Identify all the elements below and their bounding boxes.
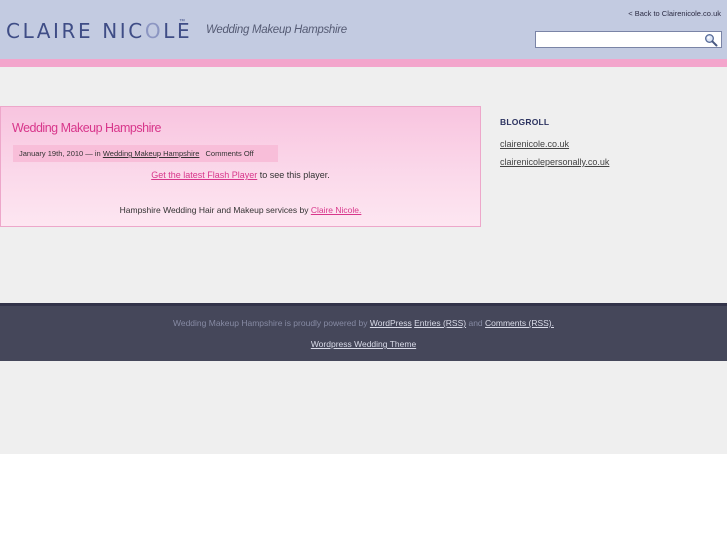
get-flash-player-link[interactable]: Get the latest Flash Player — [151, 170, 257, 180]
footer-powered-text: Wedding Makeup Hampshire is proudly powe… — [172, 318, 368, 328]
entries-rss-link[interactable]: Entries (RSS) — [414, 318, 466, 328]
footer-theme-credit: Wordpress Wedding Theme — [0, 339, 727, 349]
claire-nicole-link[interactable]: Claire Nicole. — [311, 205, 362, 215]
logo-text-part: LE — [163, 19, 193, 43]
blogroll-link-clairenicolepersonally[interactable]: clairenicolepersonally.co.uk — [500, 157, 609, 167]
wordpress-link[interactable]: WordPress — [370, 318, 412, 328]
header: CLAIRE NICOLE ™ Wedding Makeup Hampshire… — [0, 0, 727, 59]
footer-and-text: and — [468, 318, 483, 328]
post-category-link[interactable]: Wedding Makeup Hampshire — [103, 149, 200, 158]
flash-notice-text: to see this player. — [259, 170, 330, 180]
search-input[interactable] — [536, 32, 701, 47]
blogroll-heading: BLOGROLL — [500, 117, 550, 127]
post-comments-status: Comments Off — [205, 149, 254, 158]
blogroll-item: clairenicole.co.uk — [500, 139, 609, 157]
services-line: Hampshire Wedding Hair and Makeup servic… — [1, 205, 480, 215]
logo-text-part: CLAIRE NIC — [6, 19, 145, 43]
flash-notice: Get the latest Flash Player to see this … — [1, 170, 480, 180]
blogroll-link-clairenicole[interactable]: clairenicole.co.uk — [500, 139, 569, 149]
magnifier-icon[interactable] — [704, 33, 718, 47]
header-accent-band — [0, 59, 727, 67]
footer-powered-by: Wedding Makeup Hampshire is proudly powe… — [0, 318, 727, 328]
below-footer-area — [0, 361, 727, 454]
blogroll-list: clairenicole.co.uk clairenicolepersonall… — [500, 139, 609, 175]
footer: Wedding Makeup Hampshire is proudly powe… — [0, 303, 727, 361]
page: CLAIRE NICOLE ™ Wedding Makeup Hampshire… — [0, 0, 727, 545]
blogroll-item: clairenicolepersonally.co.uk — [500, 157, 609, 175]
logo-trademark: ™ — [179, 19, 185, 25]
wordpress-wedding-theme-link[interactable]: Wordpress Wedding Theme — [311, 339, 416, 349]
site-logo[interactable]: CLAIRE NICOLE — [6, 19, 192, 43]
search-box — [535, 31, 722, 48]
post-date: January 19th, 2010 — in — [19, 149, 101, 158]
services-text: Hampshire Wedding Hair and Makeup servic… — [119, 205, 309, 215]
comments-rss-link[interactable]: Comments (RSS). — [485, 318, 554, 328]
logo-text-o: O — [144, 19, 164, 43]
site-description: Wedding Makeup Hampshire — [206, 24, 347, 36]
back-to-main-site-link[interactable]: < Back to Clairenicole.co.uk — [628, 9, 721, 18]
post-box: Wedding Makeup Hampshire January 19th, 2… — [0, 106, 481, 227]
post-meta: January 19th, 2010 — in Wedding Makeup H… — [13, 145, 278, 162]
post-title[interactable]: Wedding Makeup Hampshire — [12, 121, 161, 135]
